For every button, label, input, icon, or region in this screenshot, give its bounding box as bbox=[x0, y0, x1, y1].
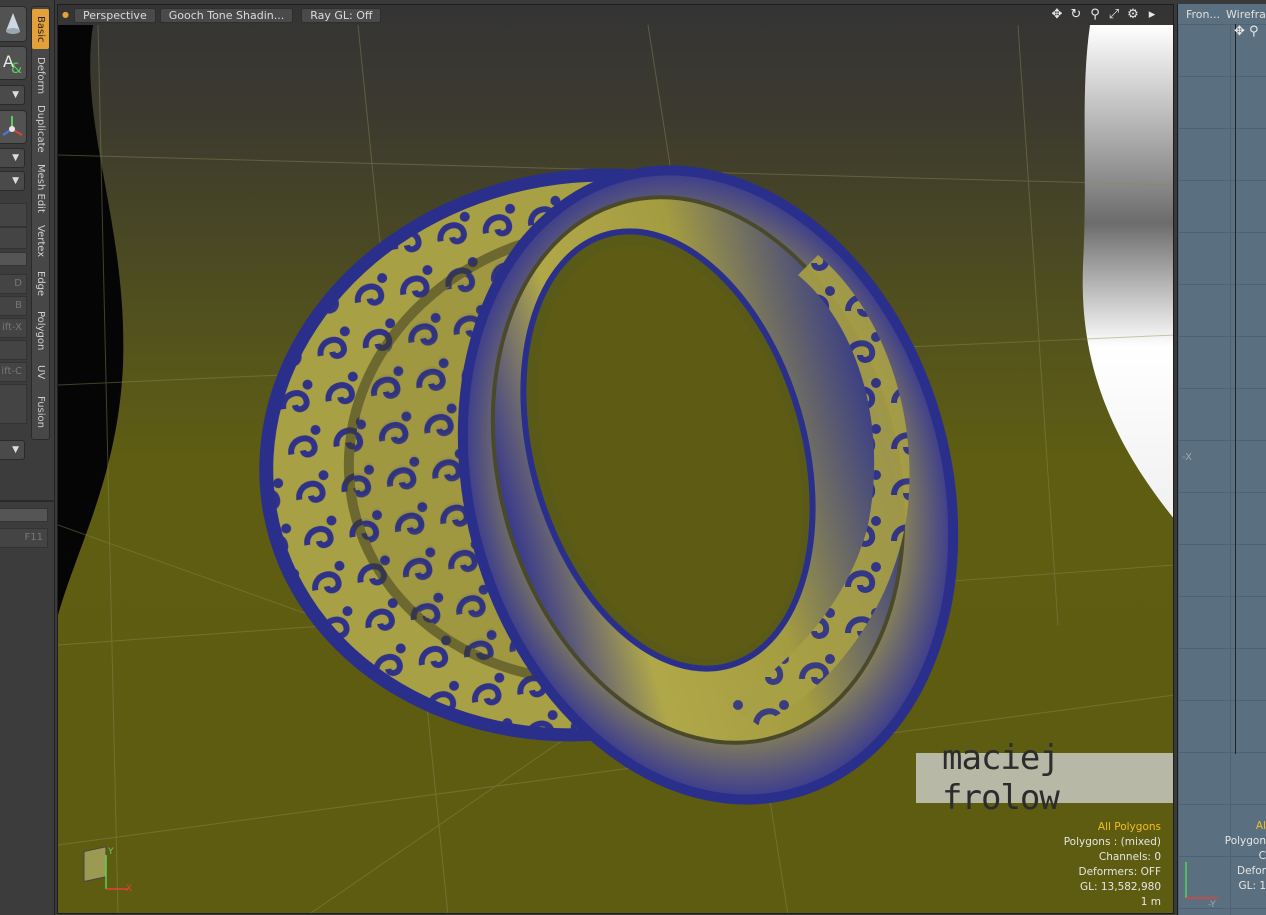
tool-dropdown-2[interactable]: ▼ bbox=[0, 148, 25, 168]
tool-dropdown-3[interactable]: ▼ bbox=[0, 171, 25, 191]
tab-uv[interactable]: UV bbox=[32, 359, 49, 385]
tab-duplicate[interactable]: Duplicate bbox=[32, 101, 49, 157]
tool-dropdown-1[interactable]: ▼ bbox=[0, 85, 25, 105]
section-divider-2 bbox=[0, 508, 48, 522]
axis-label-x: X bbox=[126, 884, 132, 894]
tool-slot-4[interactable] bbox=[0, 384, 27, 424]
section-divider bbox=[0, 252, 27, 266]
perspective-viewport[interactable]: Y X ● Perspective Gooch Tone Shadin... R… bbox=[57, 4, 1174, 914]
backdrop-right bbox=[1082, 25, 1173, 518]
scale-readout: 1 m bbox=[1140, 896, 1161, 908]
front-shading-button[interactable]: Wirefra... bbox=[1226, 8, 1266, 21]
tab-fusion[interactable]: Fusion bbox=[32, 387, 49, 437]
view-axis-gizmo: Y X bbox=[83, 846, 132, 894]
toolbox-vertical-tabs: Basic Deform Duplicate Mesh Edit Vertex … bbox=[31, 6, 50, 440]
front-axis-label: -X bbox=[1182, 452, 1192, 463]
shortcut-label-d: D bbox=[0, 274, 27, 294]
svg-text:&: & bbox=[11, 61, 22, 77]
front-viewport[interactable]: Fron... Wirefra... ✥ ⚲ -X Al Polygon C D… bbox=[1177, 4, 1266, 915]
tab-mesh-edit[interactable]: Mesh Edit bbox=[32, 159, 49, 217]
text-ampersand-icon: A& bbox=[3, 52, 22, 77]
shortcut-label-shift-x: ift-X bbox=[0, 318, 27, 338]
rotate-icon[interactable]: ↻ bbox=[1069, 8, 1083, 22]
tab-deform[interactable]: Deform bbox=[32, 53, 49, 99]
front-view-grid bbox=[1178, 24, 1266, 915]
tool-dropdown-4[interactable]: ▼ bbox=[0, 440, 25, 460]
front-view-type-button[interactable]: Fron... bbox=[1186, 8, 1220, 21]
panel-separator bbox=[0, 500, 55, 502]
tab-edge[interactable]: Edge bbox=[32, 265, 49, 303]
front-polygon-count: Polygon bbox=[1224, 835, 1266, 847]
settings-icon[interactable]: ⚙ bbox=[1126, 8, 1140, 22]
transform-tool-button[interactable] bbox=[0, 110, 27, 144]
gl-count: GL: 13,582,980 bbox=[1080, 881, 1161, 893]
front-selection-mode: Al bbox=[1255, 820, 1266, 832]
axis-gizmo-icon bbox=[2, 116, 23, 136]
move-icon[interactable]: ✥ bbox=[1050, 8, 1064, 22]
watermark: maciej frolow bbox=[916, 738, 1173, 818]
left-toolbox: A & ▼ ▼ ▼ D B ift-X ift-C ▼ F11 Basic Def… bbox=[0, 0, 55, 915]
tool-slot-1[interactable] bbox=[0, 203, 27, 227]
viewport-stats: All Polygons Polygons : (mixed) Channels… bbox=[1064, 820, 1161, 910]
deformer-status: Deformers: OFF bbox=[1078, 866, 1162, 878]
modo-app-window: A & ▼ ▼ ▼ D B ift-X ift-C ▼ F11 Basic Def… bbox=[0, 0, 1266, 915]
front-view-axis-line bbox=[1235, 24, 1236, 754]
tab-polygon[interactable]: Polygon bbox=[32, 305, 49, 357]
backdrop-left bbox=[58, 25, 124, 615]
tool-slot-2[interactable] bbox=[0, 227, 27, 249]
sphere-tool-button[interactable] bbox=[0, 6, 27, 42]
expand-icon[interactable]: ▸ bbox=[1145, 8, 1159, 22]
viewport-nav-tools: ✥ ↻ ⚲ ⤢ ⚙ ▸ bbox=[1050, 8, 1159, 22]
text-tool-button[interactable]: A & bbox=[0, 46, 27, 80]
front-view-tools[interactable]: ✥ ⚲ bbox=[1234, 24, 1259, 39]
channel-count: Channels: 0 bbox=[1098, 851, 1161, 863]
shortcut-label-b: B bbox=[0, 296, 27, 316]
polygon-count: Polygons : (mixed) bbox=[1063, 836, 1161, 848]
front-axis-label-bottom: -Y bbox=[1208, 900, 1216, 908]
shortcut-label-f11: F11 bbox=[0, 528, 48, 548]
shortcut-label-shift-c: ift-C bbox=[0, 362, 27, 382]
front-viewport-header: Fron... Wirefra... bbox=[1178, 4, 1266, 24]
viewport-menu-dot[interactable]: ● bbox=[62, 11, 70, 19]
tab-basic[interactable]: Basic bbox=[32, 9, 49, 49]
tool-slot-3[interactable] bbox=[0, 340, 27, 360]
shading-mode-button[interactable]: Gooch Tone Shadin... bbox=[159, 7, 294, 23]
zoom-icon[interactable]: ⚲ bbox=[1088, 8, 1102, 22]
tab-vertex[interactable]: Vertex bbox=[32, 219, 49, 263]
fit-icon[interactable]: ⤢ bbox=[1107, 8, 1121, 22]
axis-label-y: Y bbox=[107, 847, 114, 857]
raygl-button[interactable]: Ray GL: Off bbox=[301, 7, 382, 23]
view-type-button[interactable]: Perspective bbox=[74, 7, 156, 23]
selection-mode: All Polygons bbox=[1097, 821, 1161, 833]
front-axis-gizmo: -Y bbox=[1185, 862, 1218, 908]
viewport-header: ● Perspective Gooch Tone Shadin... Ray G… bbox=[58, 5, 1173, 25]
cone-icon bbox=[6, 13, 20, 34]
